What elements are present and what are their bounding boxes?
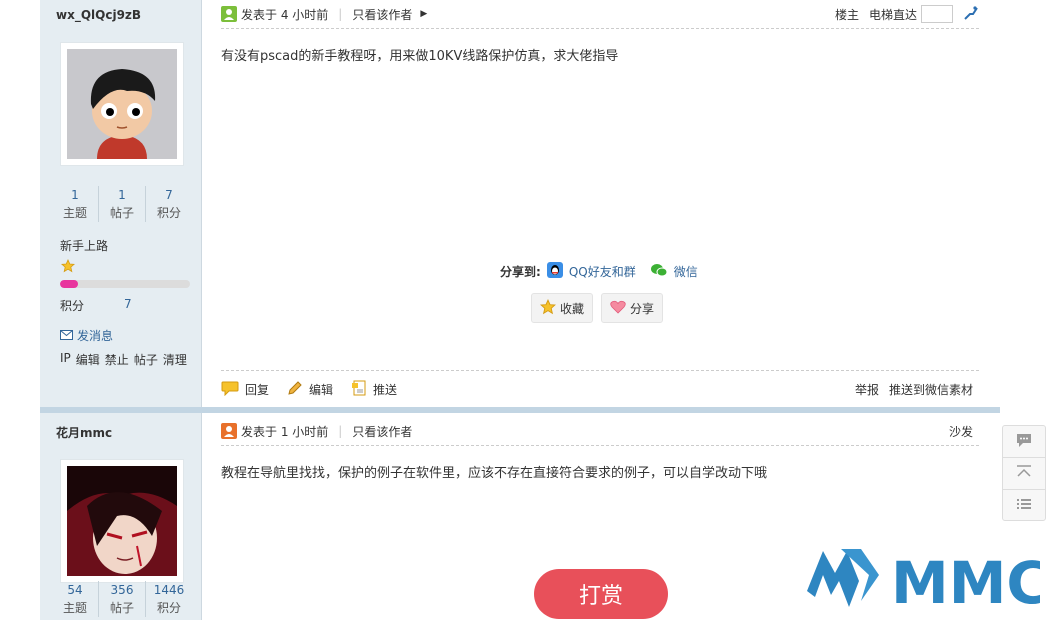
mmc-watermark-logo: MMC: [805, 545, 1049, 617]
envelope-icon: [60, 329, 73, 343]
user-level[interactable]: 新手上路: [60, 237, 108, 254]
user-status-icon: [221, 423, 237, 439]
reward-button[interactable]: 打赏: [534, 569, 668, 619]
floor-label: 沙发: [948, 424, 973, 439]
points-row: 积分 7: [60, 297, 132, 314]
qq-icon[interactable]: [546, 262, 563, 281]
author-name[interactable]: wx_QlQcj9zB: [56, 8, 141, 22]
author-stats: 54 主题 356 帖子 1446 积分: [52, 581, 192, 617]
report-link[interactable]: 举报: [855, 381, 879, 398]
edit-button[interactable]: 编辑: [287, 380, 333, 399]
post-header: 发表于 1 小时前 | 只看该作者 沙发: [221, 417, 979, 446]
document-icon: [351, 380, 367, 399]
admin-links: IP 编辑 禁止 帖子 清理: [60, 351, 187, 368]
speech-bubble-icon: [221, 380, 239, 399]
stat-topics[interactable]: 1 主题: [52, 186, 99, 222]
floating-sidebar: [1002, 425, 1046, 521]
jump-label: 电梯直达: [868, 7, 917, 22]
post-content: 教程在导航里找找，保护的例子在软件里，应该不存在直接符合要求的例子，可以自学改动…: [221, 466, 768, 481]
stat-points[interactable]: 1446 积分: [146, 581, 192, 617]
author-sidebar: 花月mmc 54 主题 356 帖子 1446 积分: [40, 413, 202, 620]
list-icon: [1016, 497, 1032, 514]
author-sidebar: wx_QlQcj9zB 1 主题 1 帖子 7 积分 新手上路 积分 7 发消息…: [40, 0, 202, 407]
only-author-link[interactable]: 只看该作者: [352, 6, 412, 23]
share-button[interactable]: 分享: [601, 293, 664, 323]
push-wechat-link[interactable]: 推送到微信素材: [889, 381, 973, 398]
stat-points[interactable]: 7 积分: [146, 186, 192, 222]
floor-jump-input[interactable]: [921, 5, 953, 23]
stat-posts[interactable]: 1 帖子: [99, 186, 146, 222]
share-bar: 分享到: QQ好友和群 微信: [500, 262, 698, 281]
author-name[interactable]: 花月mmc: [56, 424, 112, 441]
thread-area: wx_QlQcj9zB 1 主题 1 帖子 7 积分 新手上路 积分 7 发消息…: [40, 0, 1000, 620]
stat-posts[interactable]: 356 帖子: [99, 581, 146, 617]
back-to-list-button[interactable]: [1003, 490, 1045, 521]
star-icon: [61, 259, 75, 276]
quick-reply-button[interactable]: [1003, 426, 1045, 458]
push-button[interactable]: 推送: [351, 380, 397, 399]
triangle-right-icon[interactable]: ▶: [420, 9, 427, 19]
post-actions: 回复 编辑 推送 举报 推送到微信素材: [221, 370, 979, 408]
reply-button[interactable]: 回复: [221, 380, 269, 399]
svg-text:MMC: MMC: [891, 549, 1040, 610]
escalator-icon[interactable]: [963, 5, 979, 24]
arrow-up-icon: [1016, 465, 1032, 482]
admin-ip-link[interactable]: IP: [60, 351, 71, 368]
share-wechat-link[interactable]: 微信: [674, 263, 698, 280]
post-header: 发表于 4 小时前 | 只看该作者 ▶ 楼主 电梯直达: [221, 0, 979, 29]
stat-topics[interactable]: 54 主题: [52, 581, 99, 617]
heart-icon: [610, 300, 626, 317]
admin-posts-link[interactable]: 帖子: [134, 351, 158, 368]
author-stats: 1 主题 1 帖子 7 积分: [52, 186, 192, 222]
online-status-icon: [221, 6, 237, 22]
post-content: 有没有pscad的新手教程呀，用来做10KV线路保护仿真，求大佬指导: [221, 49, 619, 64]
post-time: 发表于 1 小时前: [241, 424, 329, 439]
favorite-button[interactable]: 收藏: [531, 293, 594, 323]
level-progress-bar: [60, 280, 190, 288]
avatar[interactable]: [60, 42, 184, 166]
wechat-icon[interactable]: [650, 262, 668, 281]
only-author-link[interactable]: 只看该作者: [352, 423, 412, 440]
share-qq-link[interactable]: QQ好友和群: [569, 263, 636, 280]
admin-clean-link[interactable]: 清理: [163, 351, 187, 368]
star-icon: [540, 298, 556, 318]
points-value: 7: [124, 297, 132, 311]
back-to-top-button[interactable]: [1003, 458, 1045, 490]
comment-icon: [1015, 432, 1033, 451]
share-label: 分享到:: [500, 265, 541, 279]
points-label: 积分: [60, 299, 85, 313]
floor-label: 楼主: [834, 7, 859, 22]
admin-edit-link[interactable]: 编辑: [76, 351, 100, 368]
admin-ban-link[interactable]: 禁止: [105, 351, 129, 368]
pencil-icon: [287, 380, 303, 399]
send-message-link[interactable]: 发消息: [60, 327, 113, 344]
avatar[interactable]: [60, 459, 184, 583]
post-time: 发表于 4 小时前: [241, 7, 329, 22]
